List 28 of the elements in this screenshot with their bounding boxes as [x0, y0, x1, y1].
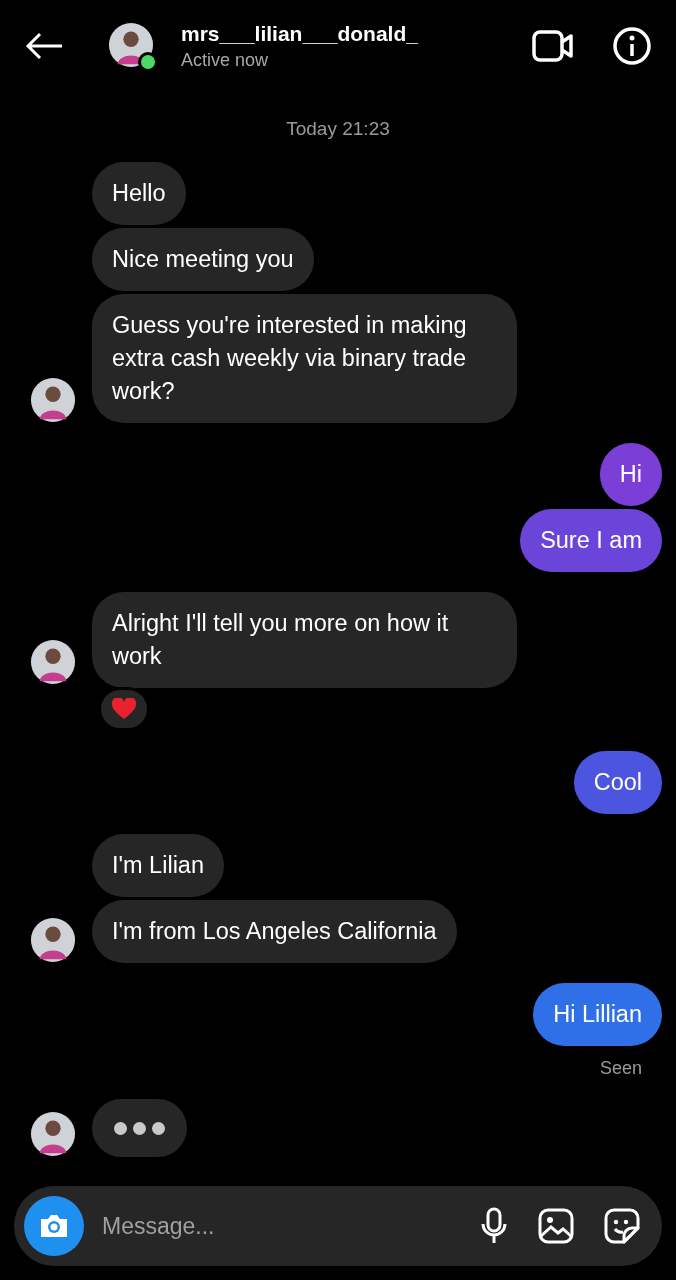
- seen-receipt: Seen: [599, 1058, 642, 1079]
- sticker-icon[interactable]: [604, 1208, 640, 1244]
- message-bubble[interactable]: Guess you're interested in making extra cash weekly via binary trade work?: [92, 294, 517, 423]
- back-arrow-icon[interactable]: [24, 31, 64, 61]
- avatar[interactable]: [30, 377, 76, 423]
- message-bubble[interactable]: Hi Lillian: [533, 983, 662, 1046]
- message-bubble[interactable]: Hi: [599, 443, 662, 506]
- avatar[interactable]: [30, 917, 76, 963]
- message-input[interactable]: Message...: [100, 1211, 450, 1241]
- timestamp: Today 21:23: [286, 118, 390, 140]
- info-icon[interactable]: [612, 26, 652, 66]
- username[interactable]: mrs___lilian___donald_: [181, 21, 494, 46]
- message-bubble[interactable]: Nice meeting you: [92, 228, 314, 291]
- status-text: Active now: [181, 49, 270, 71]
- video-camera-icon[interactable]: [532, 29, 574, 63]
- message-bubble[interactable]: Hello: [92, 162, 186, 225]
- avatar[interactable]: [108, 22, 156, 68]
- avatar[interactable]: [30, 1111, 76, 1157]
- image-icon[interactable]: [538, 1208, 574, 1244]
- microphone-icon[interactable]: [480, 1207, 508, 1245]
- message-bubble[interactable]: Alright I'll tell you more on how it work: [92, 592, 517, 688]
- camera-icon: [38, 1212, 70, 1240]
- camera-button[interactable]: [24, 1196, 84, 1256]
- message-bubble[interactable]: Cool: [573, 751, 662, 814]
- avatar[interactable]: [30, 638, 76, 685]
- message-bubble[interactable]: I'm Lilian: [92, 834, 224, 897]
- message-bubble[interactable]: Sure I am: [520, 509, 662, 572]
- message-bubble[interactable]: I'm from Los Angeles California: [92, 900, 457, 963]
